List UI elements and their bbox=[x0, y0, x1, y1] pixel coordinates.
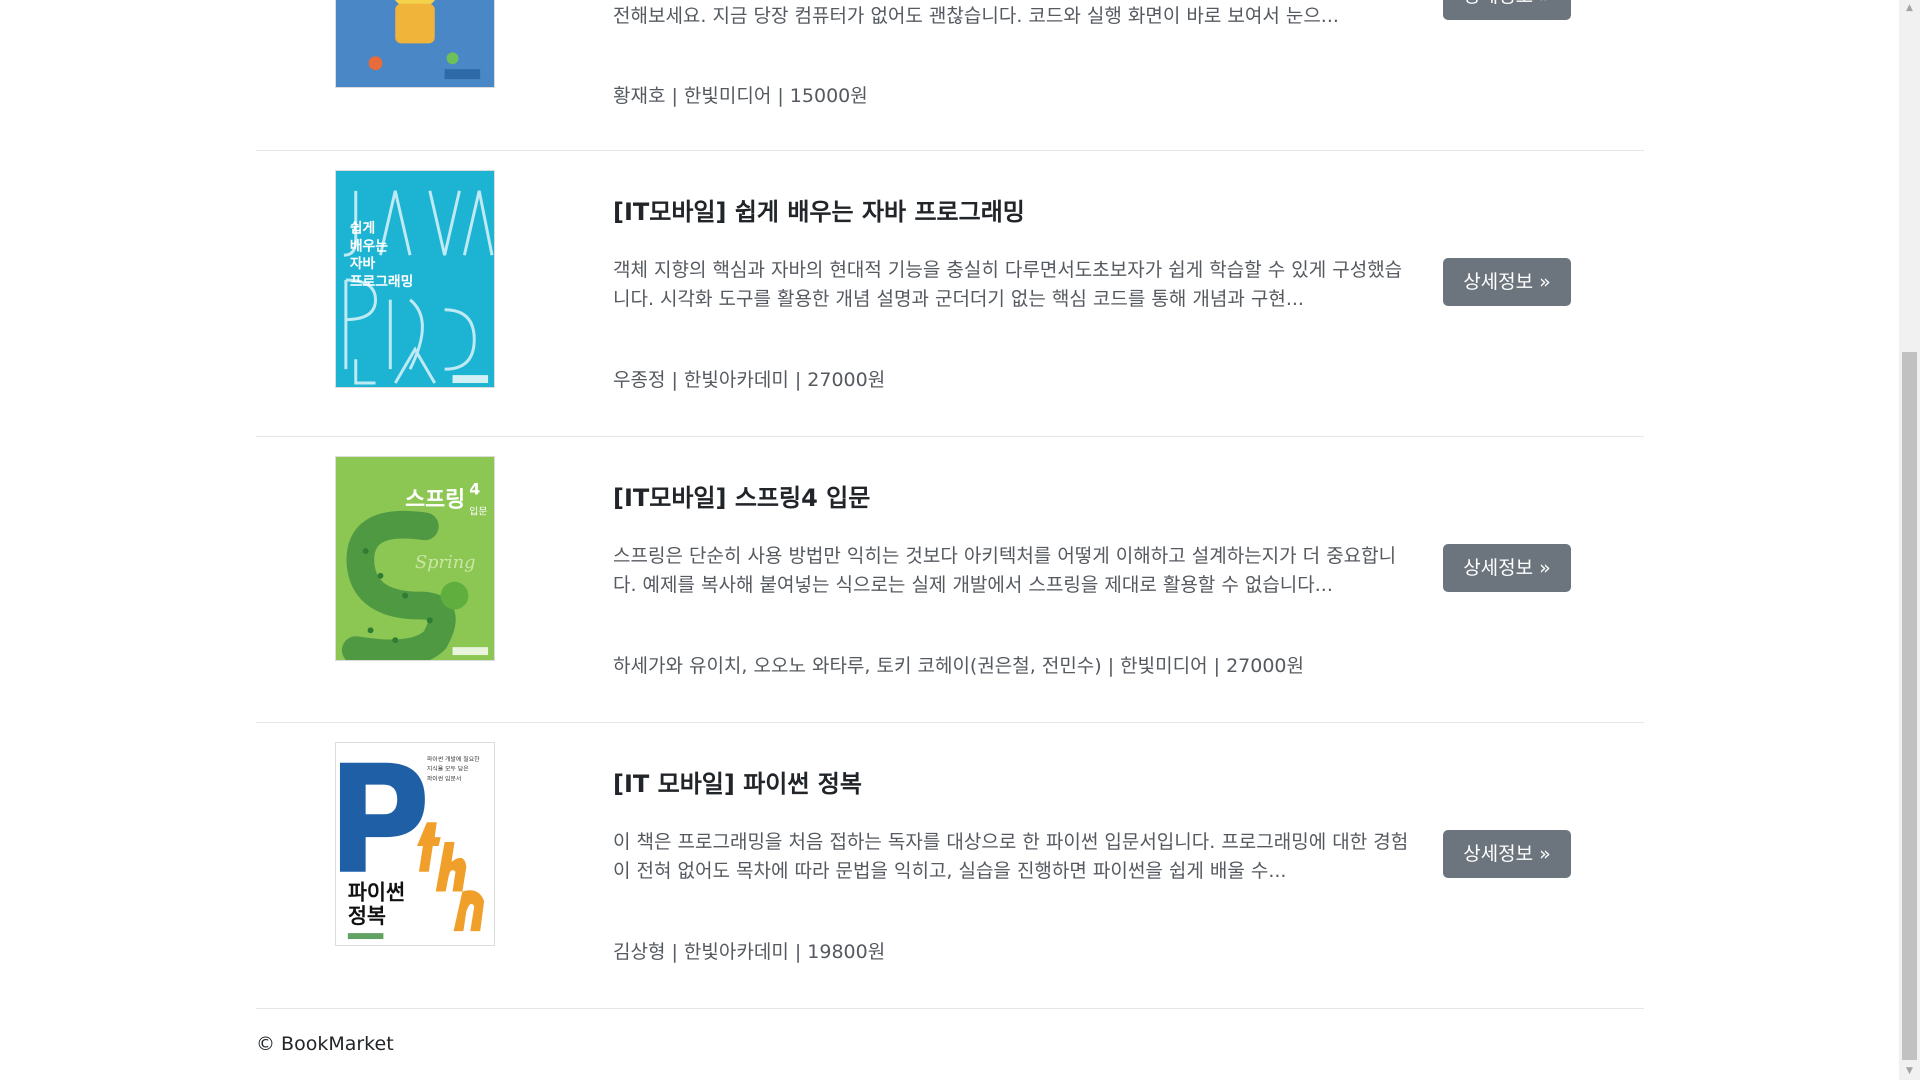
book-title[interactable]: [IT모바일] 스프링4 입문 bbox=[613, 478, 870, 513]
svg-text:자바: 자바 bbox=[350, 256, 376, 272]
svg-text:입문: 입문 bbox=[469, 504, 487, 517]
svg-text:지식을 모두 담은: 지식을 모두 담은 bbox=[427, 765, 469, 773]
detail-button[interactable]: 상세정보 » bbox=[1443, 544, 1571, 592]
svg-text:파이썬 개발에 필요한: 파이썬 개발에 필요한 bbox=[427, 755, 480, 763]
page-viewport: 전해보세요. 지금 당장 컴퓨터가 없어도 괜찮습니다. 코드와 실행 화면이 … bbox=[0, 0, 1899, 1080]
svg-text:프로그래밍: 프로그래밍 bbox=[350, 273, 414, 290]
scroll-thumb[interactable] bbox=[1902, 352, 1917, 1060]
svg-text:쉽게: 쉽게 bbox=[350, 220, 375, 236]
svg-text:Spring: Spring bbox=[415, 552, 476, 573]
book-row: 스프링 4 입문 Spring [IT모바일] 스프링4 입문 스프링은 단순히… bbox=[256, 436, 1644, 723]
svg-text:파이썬: 파이썬 bbox=[348, 880, 405, 904]
book-cover-image: 스프링 4 입문 Spring bbox=[335, 456, 495, 661]
detail-button[interactable]: 상세정보 » bbox=[1443, 0, 1571, 20]
book-description: 스프링은 단순히 사용 방법만 익히는 것보다 아키텍처를 어떻게 이해하고 설… bbox=[613, 545, 1397, 596]
footer-copyright: © BookMarket bbox=[256, 1033, 394, 1055]
book-title[interactable]: [IT 모바일] 파이썬 정복 bbox=[613, 764, 862, 799]
book-cover-image bbox=[335, 0, 495, 88]
svg-text:파이썬 입문서: 파이썬 입문서 bbox=[427, 775, 462, 783]
book-cover-image: 파이썬 개발에 필요한 지식을 모두 담은 파이썬 입문서 파이썬 정복 bbox=[335, 742, 495, 946]
svg-text:배우는: 배우는 bbox=[350, 238, 388, 254]
book-description: 전해보세요. 지금 당장 컴퓨터가 없어도 괜찮습니다. 코드와 실행 화면이 … bbox=[613, 5, 1339, 27]
book-meta: 황재호 | 한빛미디어 | 15000원 bbox=[613, 85, 868, 107]
book-cover-image: 쉽게 배우는 자바 프로그래밍 bbox=[335, 170, 495, 388]
book-description: 이 책은 프로그래밍을 처음 접하는 독자를 대상으로 한 파이썬 입문서입니다… bbox=[613, 831, 1409, 882]
book-description: 객체 지향의 핵심과 자바의 현대적 기능을 충실히 다루면서도초보자가 쉽게 … bbox=[613, 259, 1403, 310]
svg-text:4: 4 bbox=[469, 480, 480, 499]
detail-button[interactable]: 상세정보 » bbox=[1443, 258, 1571, 306]
svg-text:정복: 정복 bbox=[348, 904, 386, 928]
scroll-down-arrow-icon[interactable]: ▼ bbox=[1899, 1063, 1920, 1080]
detail-button[interactable]: 상세정보 » bbox=[1443, 830, 1571, 878]
book-title[interactable]: [IT모바일] 쉽게 배우는 자바 프로그래밍 bbox=[613, 192, 1025, 227]
vertical-scrollbar[interactable]: ▲ ▼ bbox=[1899, 0, 1920, 1080]
book-meta: 우종정 | 한빛아카데미 | 27000원 bbox=[613, 369, 886, 391]
book-row: 전해보세요. 지금 당장 컴퓨터가 없어도 괜찮습니다. 코드와 실행 화면이 … bbox=[256, 0, 1644, 151]
book-meta: 하세가와 유이치, 오오노 와타루, 토키 코헤이(권은철, 전민수) | 한빛… bbox=[613, 655, 1304, 677]
book-meta: 김상형 | 한빛아카데미 | 19800원 bbox=[613, 941, 886, 963]
svg-text:스프링: 스프링 bbox=[405, 487, 465, 512]
book-row: 파이썬 개발에 필요한 지식을 모두 담은 파이썬 입문서 파이썬 정복 [IT… bbox=[256, 722, 1644, 1009]
book-row: 쉽게 배우는 자바 프로그래밍 [IT모바일] 쉽게 배우는 자바 프로그래밍 … bbox=[256, 150, 1644, 437]
scroll-up-arrow-icon[interactable]: ▲ bbox=[1899, 0, 1920, 17]
